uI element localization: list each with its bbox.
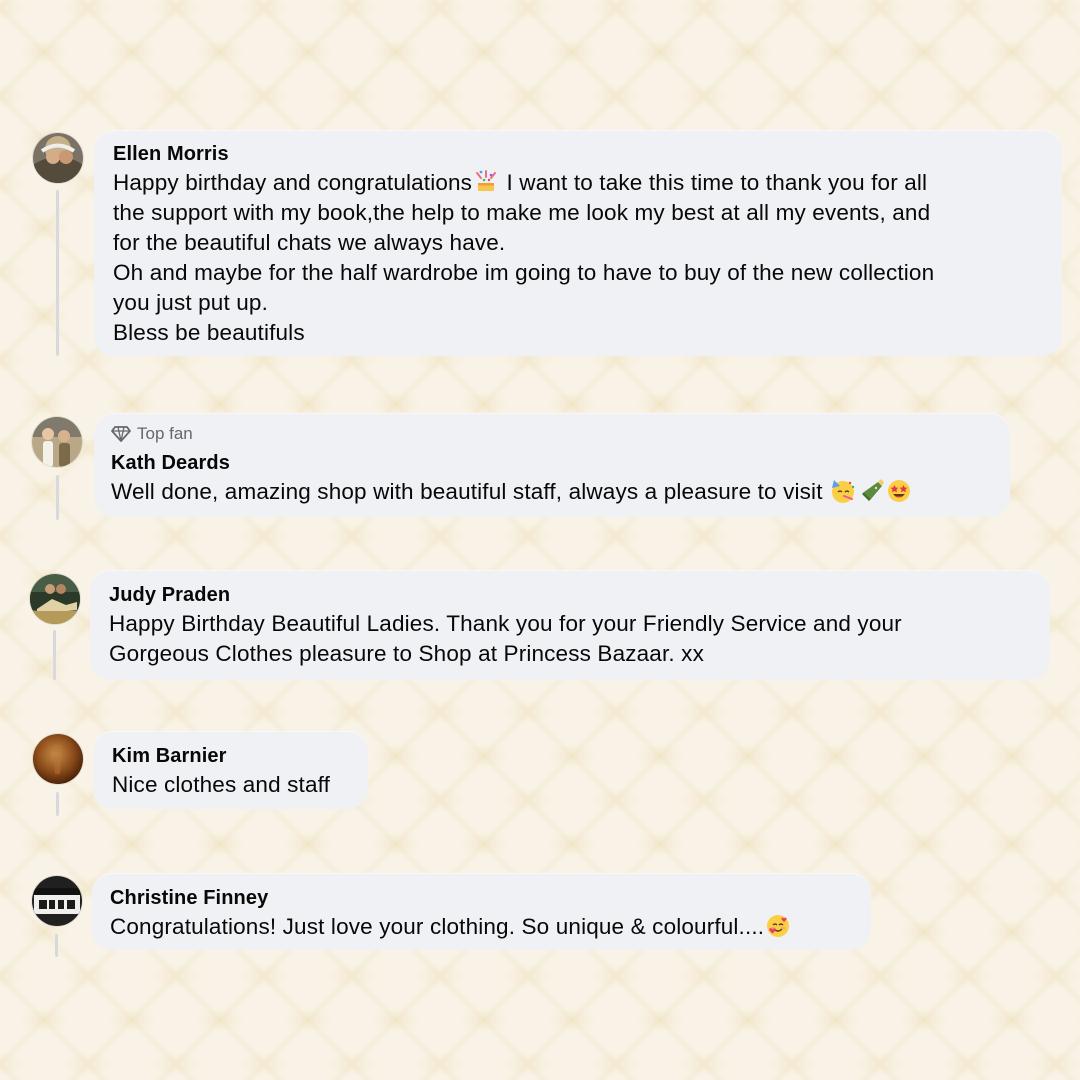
comment-line: for the beautiful chats we always have. (113, 230, 506, 255)
avatar[interactable] (32, 417, 82, 467)
commenter-name[interactable]: Kath Deards (111, 451, 992, 475)
commenter-name[interactable]: Ellen Morris (113, 142, 1044, 166)
comment-bubble: Kim Barnier Nice clothes and staff (93, 731, 368, 809)
champagne-bottle-icon (858, 478, 885, 504)
comment-bubble: Christine Finney Congratulations! Just l… (92, 873, 871, 950)
comment-line-text: Happy birthday and congratulations (113, 170, 473, 195)
comment-bubble: Ellen Morris Happy birthday and congratu… (94, 130, 1062, 356)
comment-text: Well done, amazing shop with beautiful s… (111, 477, 992, 507)
thread-line (53, 630, 56, 680)
avatar[interactable] (33, 133, 83, 183)
comment-text: Nice clothes and staff (112, 772, 331, 797)
thread-line (56, 792, 59, 816)
comment-line: Gorgeous Clothes pleasure to Shop at Pri… (109, 641, 704, 666)
comment-text: Happy birthday and congratulations I wan… (113, 168, 1044, 348)
party-confetti-icon (473, 169, 499, 195)
comment-line: Happy birthday and congratulations I wan… (113, 168, 1044, 198)
diamond-icon (111, 425, 131, 443)
smiling-face-with-hearts-icon (765, 913, 791, 939)
comment-line: Oh and maybe for the half wardrobe im go… (113, 260, 935, 285)
comment-line: Bless be beautifuls (113, 320, 305, 345)
avatar[interactable] (32, 876, 82, 926)
star-struck-face-icon (886, 478, 912, 504)
comment-line: Happy Birthday Beautiful Ladies. Thank y… (109, 611, 902, 636)
comment-bubble: Top fan Kath Deards Well done, amazing s… (94, 413, 1010, 517)
partying-face-icon (830, 478, 856, 504)
thread-line (55, 934, 58, 957)
comment-line: you just put up. (113, 290, 268, 315)
comment-text: Happy Birthday Beautiful Ladies. Thank y… (109, 609, 1032, 669)
avatar[interactable] (30, 574, 80, 624)
top-fan-badge: Top fan (111, 423, 992, 445)
commenter-name[interactable]: Judy Praden (109, 583, 1032, 607)
thread-line (56, 475, 59, 520)
comment-text: Congratulations! Just love your clothing… (110, 912, 853, 942)
commenter-name[interactable]: Christine Finney (110, 886, 853, 910)
comment-bubble: Judy Praden Happy Birthday Beautiful Lad… (90, 570, 1050, 680)
comment-line-text: Well done, amazing shop with beautiful s… (111, 479, 823, 504)
commenter-name[interactable]: Kim Barnier (112, 744, 350, 768)
badge-label: Top fan (137, 424, 193, 443)
comment-line: the support with my book,the help to mak… (113, 200, 931, 225)
avatar[interactable] (33, 734, 83, 784)
thread-line (56, 190, 59, 356)
comment-line-text: Congratulations! Just love your clothing… (110, 914, 765, 939)
comment-line-text: I want to take this time to thank you fo… (500, 170, 928, 195)
